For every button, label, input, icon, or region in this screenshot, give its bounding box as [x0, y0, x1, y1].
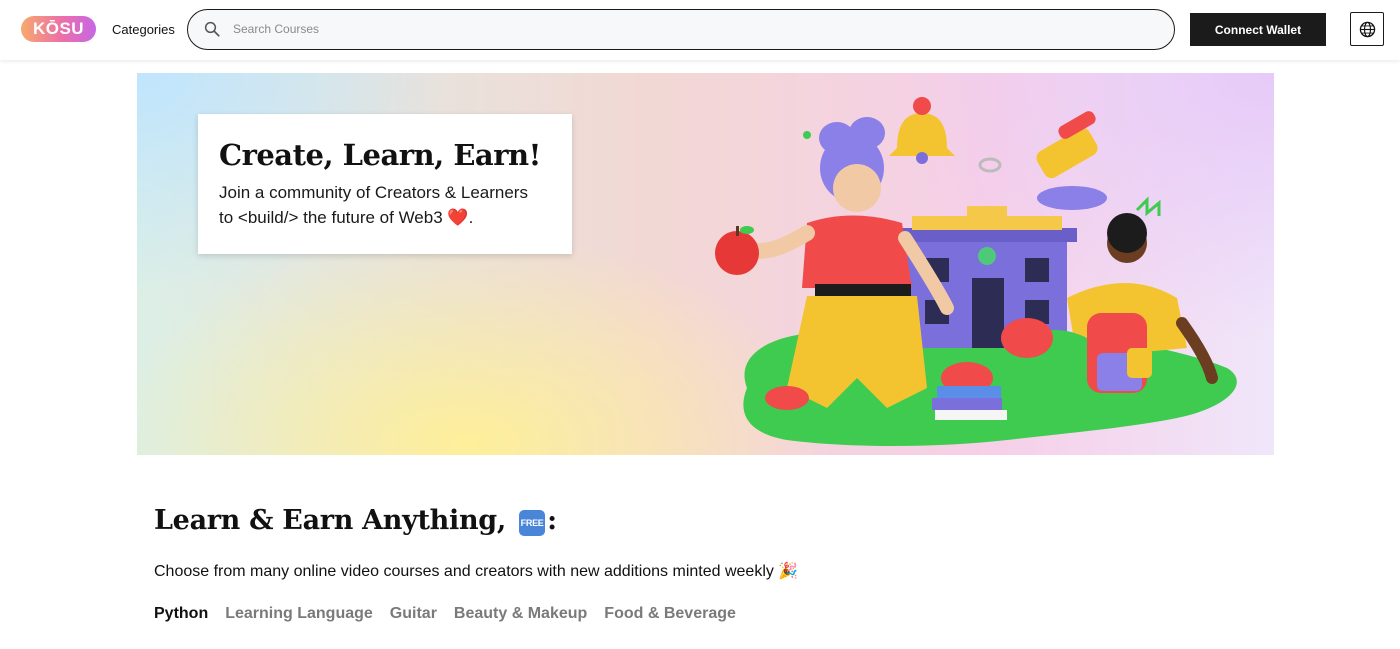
- section-title-suffix: :: [547, 505, 557, 536]
- globe-icon: [1359, 21, 1376, 38]
- top-nav-bar: KŌSU Categories Connect Wallet: [0, 0, 1400, 60]
- microscope-icon: [1036, 111, 1107, 210]
- books-icon: [932, 386, 1007, 420]
- confetti-zigzag: [1135, 196, 1161, 217]
- tab-food-beverage[interactable]: Food & Beverage: [604, 605, 736, 623]
- hero-banner: Create, Learn, Earn! Join a community of…: [137, 73, 1274, 455]
- hero-subtitle: Join a community of Creators & Learners …: [219, 180, 552, 230]
- tab-beauty-makeup[interactable]: Beauty & Makeup: [454, 605, 587, 623]
- category-tabs: Python Learning Language Guitar Beauty &…: [154, 605, 736, 623]
- section-subtitle: Choose from many online video courses an…: [154, 563, 799, 580]
- tab-learning-language[interactable]: Learning Language: [225, 605, 373, 623]
- backpack-icon: [1087, 313, 1152, 393]
- categories-menu[interactable]: Categories: [112, 22, 175, 37]
- confetti-ring: [978, 157, 1002, 173]
- language-button[interactable]: [1350, 12, 1384, 46]
- confetti-dot: [803, 131, 811, 139]
- hero-card: Create, Learn, Earn! Join a community of…: [198, 114, 572, 254]
- section-title: Learn & Earn Anything, FREE:: [154, 505, 557, 536]
- bell-icon: [889, 97, 955, 164]
- hero-subtitle-line1: Join a community of Creators & Learners: [219, 183, 528, 202]
- free-badge-icon: FREE: [519, 510, 546, 536]
- connect-wallet-button[interactable]: Connect Wallet: [1190, 13, 1326, 46]
- hero-title: Create, Learn, Earn!: [219, 138, 541, 172]
- tab-guitar[interactable]: Guitar: [390, 605, 437, 623]
- section-title-text: Learn & Earn Anything,: [154, 505, 506, 536]
- apple-icon: [715, 226, 759, 275]
- tab-python[interactable]: Python: [154, 605, 208, 623]
- hero-illustration: [715, 97, 1237, 446]
- kosu-logo[interactable]: KŌSU: [21, 16, 96, 42]
- search-icon: [204, 21, 220, 37]
- hero-subtitle-line2: to <build/> the future of Web3 ❤️.: [219, 208, 474, 227]
- search-input[interactable]: [233, 10, 1153, 48]
- search-bar[interactable]: [187, 9, 1175, 50]
